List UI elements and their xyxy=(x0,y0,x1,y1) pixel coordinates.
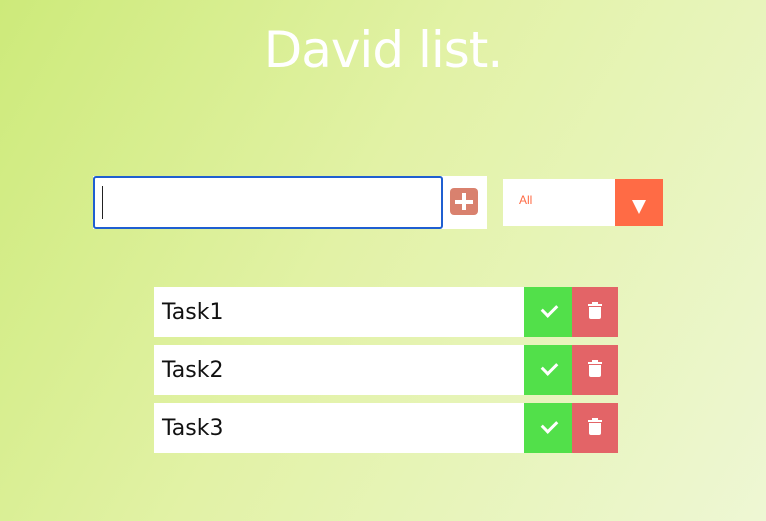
todo-text: Task3 xyxy=(162,416,224,441)
complete-button[interactable] xyxy=(524,345,572,395)
check-icon xyxy=(540,416,559,434)
caret-down-icon xyxy=(632,200,646,214)
page-title: David list. xyxy=(263,21,504,79)
plus-square-icon xyxy=(450,188,478,215)
todo-item: Task2 xyxy=(154,345,618,395)
todo-list: Task1 Task2 Task3 xyxy=(154,287,618,461)
todo-input-wrapper xyxy=(93,176,487,229)
todo-text: Task1 xyxy=(162,300,224,325)
delete-button[interactable] xyxy=(572,403,618,453)
complete-button[interactable] xyxy=(524,287,572,337)
complete-button[interactable] xyxy=(524,403,572,453)
delete-button[interactable] xyxy=(572,345,618,395)
todo-text: Task2 xyxy=(162,358,224,383)
add-todo-button[interactable] xyxy=(443,176,487,229)
delete-button[interactable] xyxy=(572,287,618,337)
filter-select[interactable]: All xyxy=(503,179,663,226)
todo-item: Task3 xyxy=(154,403,618,453)
check-icon xyxy=(540,358,559,376)
todo-input[interactable] xyxy=(93,176,443,229)
check-icon xyxy=(540,300,559,318)
text-caret xyxy=(102,186,103,219)
filter-selected-value: All xyxy=(519,193,533,207)
filter-dropdown-toggle[interactable] xyxy=(615,179,663,226)
todo-form: All xyxy=(93,176,663,229)
todo-item: Task1 xyxy=(154,287,618,337)
